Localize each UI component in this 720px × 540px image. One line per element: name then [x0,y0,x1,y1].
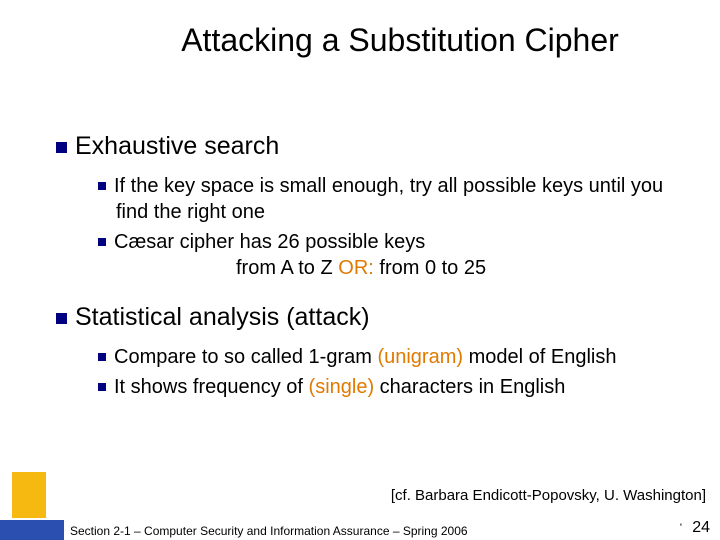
text-single: (single) [309,376,375,398]
heading-text: Statistical analysis (attack) [75,303,370,331]
section-heading-2: Statistical analysis (attack) [56,303,690,332]
accent-bar [0,520,64,540]
bullet-text: If the key space is small enough, try al… [114,175,663,223]
slide-title: Attacking a Substitution Cipher [0,22,720,59]
page-number: 24 [692,519,710,537]
bullet-icon [56,313,67,324]
text-post: characters in English [374,376,565,398]
bullet-icon [98,182,106,190]
bullet-icon [56,142,67,153]
list-item: Compare to so called 1-gram (unigram) mo… [98,344,690,370]
list-item: It shows frequency of (single) character… [98,374,690,400]
footer-text: Section 2-1 – Computer Security and Info… [70,524,468,538]
sub-list-2: Compare to so called 1-gram (unigram) mo… [98,344,690,400]
text-or: OR: [338,257,374,279]
slide-content: Exhaustive search If the key space is sm… [56,132,690,422]
text-pre: from A to Z [236,257,338,279]
text-unigram: (unigram) [377,346,463,368]
text-post: from 0 to 25 [374,257,486,279]
bullet-text: Cæsar cipher has 26 possible keys [114,231,425,253]
bullet-icon [98,353,106,361]
section-heading-1: Exhaustive search [56,132,690,161]
list-item: If the key space is small enough, try al… [98,173,690,225]
bullet-icon [98,238,106,246]
citation: [cf. Barbara Endicott-Popovsky, U. Washi… [391,487,706,504]
text-pre: Compare to so called 1-gram [114,346,377,368]
bullet-continuation: from A to Z OR: from 0 to 25 [236,255,690,281]
accent-decoration [12,472,46,518]
sub-list-1: If the key space is small enough, try al… [98,173,690,281]
text-post: model of English [463,346,616,368]
tick-mark: ' [680,522,682,534]
slide: Attacking a Substitution Cipher Exhausti… [0,0,720,540]
heading-text: Exhaustive search [75,132,279,160]
list-item: Cæsar cipher has 26 possible keys from A… [98,229,690,281]
text-pre: It shows frequency of [114,376,309,398]
bullet-icon [98,383,106,391]
